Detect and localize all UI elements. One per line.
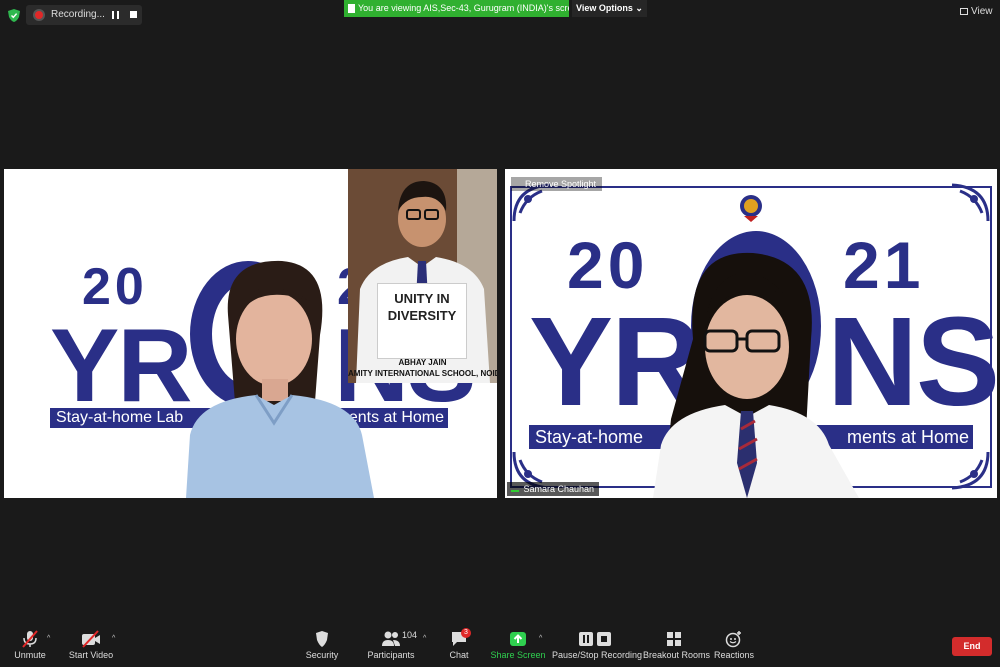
security-shield-icon[interactable] xyxy=(8,9,20,22)
unmute-button[interactable]: Unmute xyxy=(8,625,52,660)
chat-button[interactable]: 3 Chat xyxy=(444,625,474,660)
speaker-video xyxy=(186,260,374,498)
participants-options-caret-icon[interactable]: ^ xyxy=(423,635,426,642)
view-button[interactable]: View xyxy=(960,6,993,17)
muted-microphone-icon xyxy=(22,630,38,648)
breakout-rooms-icon xyxy=(667,632,681,646)
stop-recording-icon[interactable] xyxy=(130,11,137,18)
chat-unread-badge: 3 xyxy=(461,628,471,638)
tagline-right: ments at Home xyxy=(846,427,969,447)
view-label: View xyxy=(971,6,993,17)
start-video-button[interactable]: Start Video xyxy=(66,625,116,660)
participant-video-person xyxy=(653,252,859,498)
unity-in-diversity-sign: UNITY IN DIVERSITY xyxy=(377,283,467,359)
share-options-caret-icon[interactable]: ^ xyxy=(539,635,542,642)
participant-video-tile-right[interactable]: Remove Spotlight 20 21 YR NS Stay-at-hom… xyxy=(505,169,997,498)
participants-count: 104 xyxy=(402,630,418,640)
audio-options-caret-icon[interactable]: ^ xyxy=(47,635,50,642)
view-options-label: View Options xyxy=(576,3,633,13)
shared-screen-tile-left[interactable]: 20 2 YR NS Stay-at-home Lab ments at Hom… xyxy=(4,169,497,498)
unmute-label: Unmute xyxy=(14,650,46,660)
pause-recording-icon[interactable] xyxy=(112,11,119,19)
chat-label: Chat xyxy=(449,650,469,660)
signal-strength-icon xyxy=(511,483,519,492)
pause-stop-recording-icon xyxy=(579,632,611,646)
security-button[interactable]: Security xyxy=(302,625,342,660)
video-off-icon xyxy=(82,630,100,648)
breakout-rooms-label: Breakout Rooms xyxy=(643,650,711,660)
reactions-button[interactable]: Reactions xyxy=(713,625,755,660)
participants-label: Participants xyxy=(367,650,415,660)
inset-participant-video[interactable]: UNITY IN DIVERSITY ABHAY JAIN AMITY INTE… xyxy=(348,169,497,383)
reactions-smiley-icon xyxy=(725,631,741,648)
security-label: Security xyxy=(305,650,339,660)
recording-label: Recording... xyxy=(51,9,105,20)
corner-flourish-icon xyxy=(951,451,990,490)
participant-name-tag: Samara Chauhan xyxy=(507,482,600,496)
chevron-down-icon: ⌄ xyxy=(635,3,643,13)
end-meeting-button[interactable]: End xyxy=(952,637,992,656)
school-crest-icon xyxy=(740,195,762,222)
view-options-button[interactable]: View Options ⌄ xyxy=(572,0,647,17)
corner-flourish-icon xyxy=(951,183,990,222)
video-options-caret-icon[interactable]: ^ xyxy=(112,635,115,642)
share-arrow-icon xyxy=(348,4,355,13)
start-video-label: Start Video xyxy=(68,650,114,660)
pause-stop-recording-label: Pause/Stop Recording xyxy=(552,650,643,660)
participants-button[interactable]: 104 Participants xyxy=(366,625,418,660)
recording-indicator: Recording... xyxy=(26,5,142,25)
participant-name: Samara Chauhan xyxy=(523,484,595,494)
share-screen-button[interactable]: Share Screen xyxy=(490,625,546,660)
security-shield-icon xyxy=(316,631,328,647)
inset-caption-school: AMITY INTERNATIONAL SCHOOL, NOIDA xyxy=(348,369,497,378)
share-screen-icon xyxy=(510,632,526,646)
share-screen-label: Share Screen xyxy=(490,650,546,660)
breakout-rooms-button[interactable]: Breakout Rooms xyxy=(643,625,711,660)
recording-dot-icon xyxy=(35,11,43,19)
share-banner-text: You are viewing AIS,Sec-43, Gurugram (IN… xyxy=(358,3,569,13)
remove-spotlight-button[interactable]: Remove Spotlight xyxy=(511,177,603,191)
pause-stop-recording-button[interactable]: Pause/Stop Recording xyxy=(552,625,643,660)
remove-spotlight-label: Remove Spotlight xyxy=(525,179,597,189)
reactions-label: Reactions xyxy=(713,650,755,660)
gallery-view-icon xyxy=(960,8,968,15)
participants-icon xyxy=(382,631,400,646)
meeting-toolbar: Unmute ^ Start Video ^ Security 104 Part… xyxy=(0,625,1000,667)
inset-caption-name: ABHAY JAIN xyxy=(398,358,447,367)
screen-share-banner: You are viewing AIS,Sec-43, Gurugram (IN… xyxy=(344,0,569,17)
